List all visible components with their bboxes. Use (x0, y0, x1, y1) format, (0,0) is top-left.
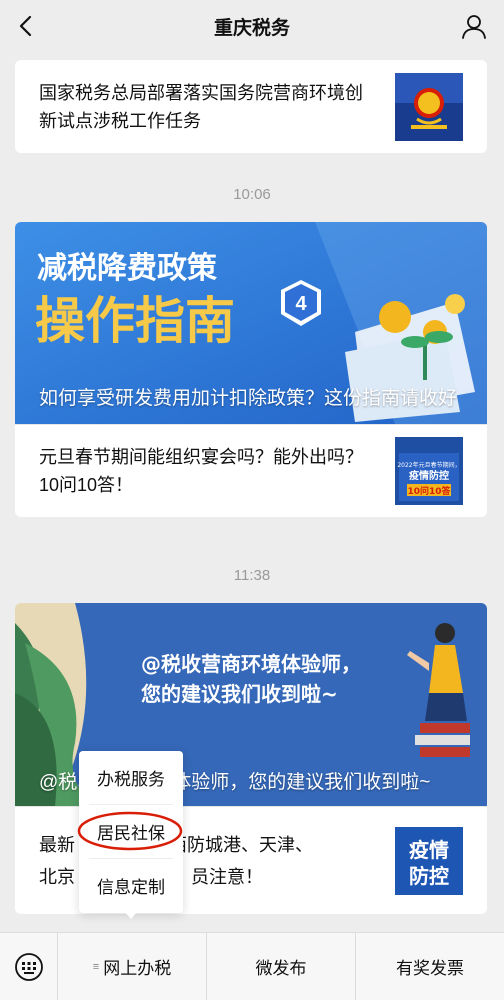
back-button[interactable] (10, 10, 42, 42)
keyboard-toggle-button[interactable] (0, 932, 58, 1000)
article-card: 4 减税降费政策 操作指南 如何享受研发费用加计扣除政策？这份指南请收好 元旦春… (15, 222, 487, 517)
page-title: 重庆税务 (213, 18, 290, 39)
menu-prize-invoice[interactable]: 有奖发票 (356, 933, 504, 1000)
submenu-item-social-security[interactable]: 居民社保 (77, 805, 183, 858)
article-title-part: 北京 (39, 866, 75, 887)
user-icon (462, 15, 486, 39)
menu-online-tax[interactable]: ≡ 网上办税 (58, 932, 207, 1000)
menu-label: 网上办税 (103, 959, 172, 978)
thumbnail-text: 10问10答 (407, 485, 451, 497)
nav-bar: 重庆税务 (0, 0, 504, 52)
red-circle-annotation (77, 811, 183, 851)
epidemic-qa-thumbnail: 2022年元旦春节期间， 疫情防控 10问10答 (395, 437, 463, 505)
submenu-indicator-icon: ≡ (92, 960, 100, 973)
article-title-part: 最新 (39, 834, 75, 855)
banner-badge: 4 (295, 293, 307, 315)
chevron-left-icon (19, 15, 32, 37)
article-item[interactable]: 元旦春节期间能组织宴会吗？能外出吗？10问10答！ 2022年元旦春节期间， 疫… (15, 425, 487, 517)
article-item[interactable]: 国家税务总局部署落实国务院营商环境创新试点涉税工作任务 (15, 60, 487, 153)
submenu-item-tax-service[interactable]: 办税服务 (79, 751, 183, 804)
timestamp: 11:38 (233, 567, 271, 584)
popup-arrow (124, 911, 138, 919)
article-title: 元旦春节期间能组织宴会吗？能外出吗？10问10答！ (39, 447, 363, 495)
submenu-item-info-custom[interactable]: 信息定制 (79, 859, 183, 912)
keyboard-icon (14, 952, 43, 981)
banner-text-line1: @税收营商环境体验师， (141, 652, 361, 676)
banner-caption: 如何享受研发费用加计扣除政策？这份指南请收好 (39, 388, 458, 409)
bottom-menu-bar: ≡ 网上办税 微发布 有奖发票 (0, 932, 504, 1000)
thumbnail-text: 疫情 (409, 838, 449, 862)
banner-title-line1: 减税降费政策 (37, 251, 217, 286)
article-title-part: 员注意！ (191, 866, 263, 887)
thumbnail-text: 防控 (409, 864, 449, 888)
tax-emblem-thumbnail (395, 72, 463, 141)
menu-label: 有奖发票 (396, 959, 464, 978)
thumbnail-text: 疫情防控 (409, 469, 449, 482)
banner-title-line2: 操作指南 (35, 292, 235, 350)
article-title: 国家税务总局部署落实国务院营商环境创新试点涉税工作任务 (39, 82, 363, 131)
article-card: 国家税务总局部署落实国务院营商环境创新试点涉税工作任务 (15, 60, 487, 153)
timestamp: 10:06 (233, 186, 271, 203)
submenu-popup: 办税服务 居民社保 信息定制 (77, 751, 183, 913)
menu-label: 微发布 (255, 959, 307, 978)
epidemic-control-thumbnail: 疫情 防控 (395, 826, 463, 895)
menu-micro-publish[interactable]: 微发布 (207, 932, 356, 1000)
banner-text-line2: 您的建议我们收到啦~ (141, 682, 338, 706)
thumbnail-text: 2022年元旦春节期间， (397, 461, 460, 469)
article-banner[interactable]: 4 减税降费政策 操作指南 如何享受研发费用加计扣除政策？这份指南请收好 (15, 222, 487, 424)
profile-button[interactable] (458, 10, 490, 42)
